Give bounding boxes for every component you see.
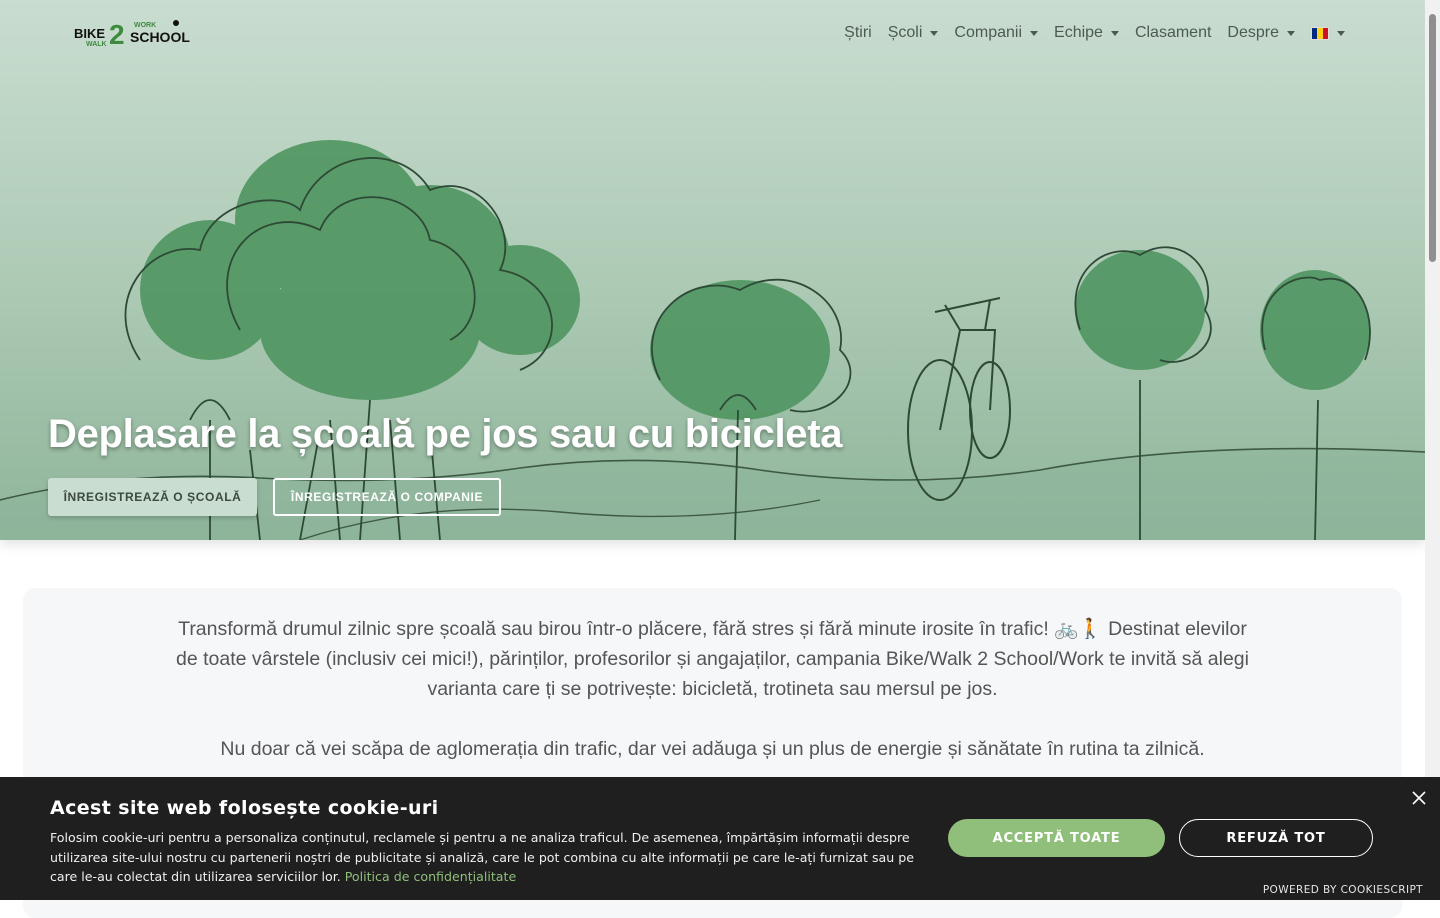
- register-school-button[interactable]: Înregistrează o școală: [48, 478, 257, 516]
- nav-label: Despre: [1227, 24, 1279, 41]
- svg-text:WALK: WALK: [86, 41, 107, 48]
- svg-text:2: 2: [109, 19, 125, 48]
- nav-item-scoli[interactable]: Școli: [880, 20, 947, 46]
- main-nav: Știri Școli Companii Echipe Clasament De…: [836, 20, 1353, 46]
- intro-text: Transformă drumul zilnic spre școală sau…: [170, 614, 1255, 794]
- chevron-down-icon: [1030, 30, 1039, 36]
- nav-label: Companii: [954, 24, 1023, 41]
- language-selector[interactable]: [1303, 23, 1353, 44]
- nav-item-echipe[interactable]: Echipe: [1046, 20, 1127, 46]
- scrollbar-thumb[interactable]: [1429, 14, 1436, 262]
- nav-label: Școli: [887, 24, 923, 41]
- svg-text:SCHOOL: SCHOOL: [130, 29, 190, 45]
- privacy-policy-link[interactable]: Politica de confidențialitate: [345, 869, 516, 884]
- svg-text:WORK: WORK: [134, 22, 156, 29]
- chevron-down-icon: [1110, 30, 1119, 36]
- svg-text:BIKE: BIKE: [74, 26, 105, 41]
- hero-title: Deplasare la școală pe jos sau cu bicicl…: [48, 412, 843, 456]
- chevron-down-icon: [930, 30, 939, 36]
- intro-paragraph-2: Nu doar că vei scăpa de aglomerația din …: [220, 738, 1205, 760]
- hero-illustration: [0, 140, 1425, 540]
- hero-banner: BIKE 2 WALK WORK SCHOOL Știri Școli Comp…: [0, 0, 1425, 540]
- nav-label: Echipe: [1054, 24, 1103, 41]
- cookiescript-credit[interactable]: POWERED BY COOKIESCRIPT: [1263, 884, 1423, 896]
- cookie-banner: Acest site web folosește cookie-uri Folo…: [0, 777, 1440, 900]
- page-scrollbar[interactable]: [1425, 0, 1440, 900]
- nav-item-stiri[interactable]: Știri: [836, 20, 880, 46]
- accept-all-cookies-button[interactable]: ACCEPTĂ TOATE: [948, 819, 1165, 857]
- nav-item-despre[interactable]: Despre: [1219, 20, 1303, 46]
- site-logo[interactable]: BIKE 2 WALK WORK SCHOOL: [74, 18, 200, 48]
- close-icon[interactable]: [1412, 791, 1426, 805]
- nav-item-companii[interactable]: Companii: [946, 20, 1046, 46]
- nav-item-clasament[interactable]: Clasament: [1127, 20, 1219, 46]
- romania-flag-icon: [1311, 26, 1329, 40]
- reject-all-cookies-button[interactable]: REFUZĂ TOT: [1179, 819, 1373, 857]
- chevron-down-icon: [1337, 30, 1345, 36]
- cookie-title: Acest site web folosește cookie-uri: [50, 797, 439, 819]
- chevron-down-icon: [1287, 30, 1295, 36]
- nav-label: Clasament: [1134, 24, 1212, 41]
- cookie-text: Folosim cookie-uri pentru a personaliza …: [50, 828, 920, 887]
- nav-label: Știri: [844, 24, 872, 41]
- register-company-button[interactable]: Înregistrează o companie: [273, 478, 501, 516]
- navbar: BIKE 2 WALK WORK SCHOOL Știri Școli Comp…: [0, 0, 1425, 64]
- intro-paragraph-1: Transformă drumul zilnic spre școală sau…: [176, 618, 1249, 700]
